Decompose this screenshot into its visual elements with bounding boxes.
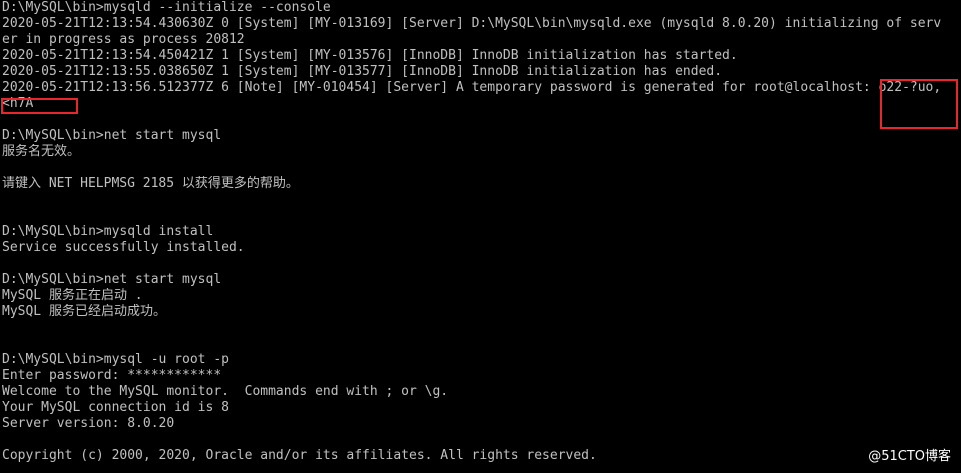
console-line: er in progress as process 20812 xyxy=(2,32,245,47)
console-line: Copyright (c) 2000, 2020, Oracle and/or … xyxy=(2,448,597,463)
watermark: @51CTO博客 xyxy=(868,449,951,464)
console-line: 服务名无效。 xyxy=(2,144,81,159)
console-line: Welcome to the MySQL monitor. Commands e… xyxy=(2,384,449,399)
console-line: Server version: 8.0.20 xyxy=(2,416,175,431)
console-line: 请键入 NET HELPMSG 2185 以获得更多的帮助。 xyxy=(2,176,299,191)
console-line: 2020-05-21T12:13:54.450421Z 1 [System] [… xyxy=(2,48,738,63)
console-line: <h7A xyxy=(2,96,34,111)
console-line: D:\MySQL\bin>mysql -u root -p xyxy=(2,352,229,367)
console-line: MySQL 服务正在启动 . xyxy=(2,288,143,303)
console-line: 2020-05-21T12:13:56.512377Z 6 [Note] [MY… xyxy=(2,80,942,95)
console-line: Service successfully installed. xyxy=(2,240,245,255)
console-line: D:\MySQL\bin>mysqld install xyxy=(2,224,214,239)
console-line: Enter password: ************ xyxy=(2,368,222,383)
console-line: D:\MySQL\bin>mysqld --initialize --conso… xyxy=(2,0,331,15)
console-line: D:\MySQL\bin>net start mysql xyxy=(2,272,222,287)
console-window[interactable]: D:\MySQL\bin>mysqld --initialize --conso… xyxy=(0,0,961,473)
console-line: D:\MySQL\bin>net start mysql xyxy=(2,128,222,143)
console-line: MySQL 服务已经启动成功。 xyxy=(2,304,166,319)
console-line: 2020-05-21T12:13:54.430630Z 0 [System] [… xyxy=(2,16,942,31)
console-line: 2020-05-21T12:13:55.038650Z 1 [System] [… xyxy=(2,64,723,79)
console-line: Your MySQL connection id is 8 xyxy=(2,400,229,415)
